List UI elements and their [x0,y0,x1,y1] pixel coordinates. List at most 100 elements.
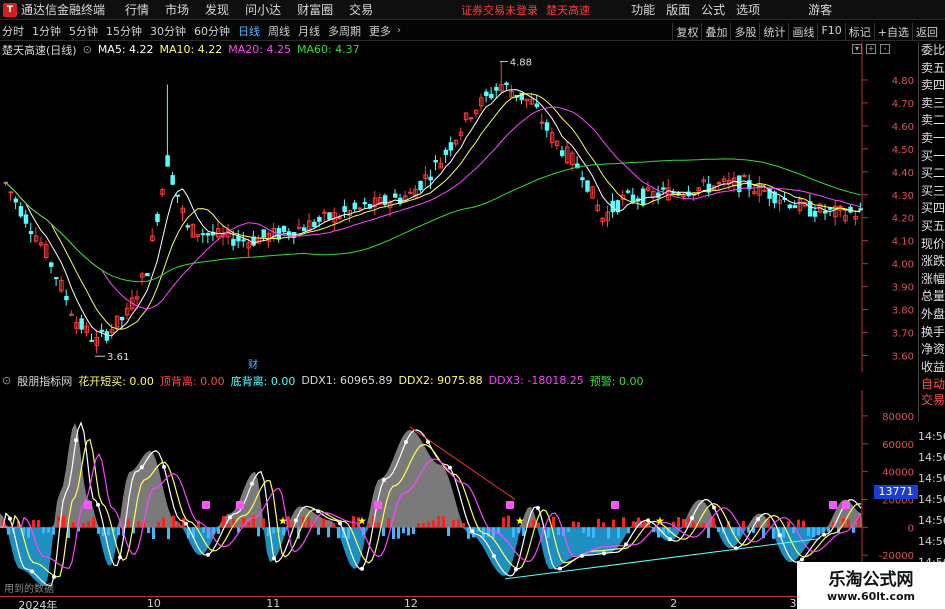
side2-item-1[interactable]: 交易 [919,392,945,408]
side-item-3[interactable]: 卖三 [919,95,945,113]
ind-bar-417 [417,523,420,528]
candle-body-9 [49,262,54,267]
btn-tongji[interactable]: 统计 [759,23,788,41]
menu-caifuquan[interactable]: 财富圈 [297,1,333,18]
price-tick-label-6: 4.20 [892,214,914,225]
ind-bar-582 [582,527,585,533]
candle-body-141 [716,182,722,185]
side-item-9[interactable]: 买四 [919,200,945,218]
ddx1-dot-362 [360,566,364,571]
trade-login-notice[interactable]: 证券交易未登录 [461,2,538,18]
ind-bar-412 [412,527,415,535]
ind-bar-152 [152,527,155,540]
side-item-12[interactable]: 涨跌 [919,253,945,271]
period-1min[interactable]: 1分钟 [32,23,61,39]
side-item-8[interactable]: 买三 [919,183,945,201]
period-more[interactable]: 更多 [369,23,391,39]
candle-body-10 [54,277,59,280]
menu-gongshi[interactable]: 公式 [701,1,725,18]
ddx1-dot-32 [30,569,34,574]
ind-bar-772 [772,527,775,539]
ind-bar-802 [802,520,805,528]
price-candlestick-chart[interactable]: 4.80 4.70 4.60 4.50 4.40 4.30 4.20 4.10 4.00 3.90… [0,42,918,372]
candle-body-62 [317,216,322,222]
side-item-0[interactable]: 委比 [919,42,945,60]
candle-body-63 [322,211,327,214]
user-guest[interactable]: 游客 [808,1,832,18]
menu-faxian[interactable]: 发现 [205,1,229,18]
side-item-13[interactable]: 涨幅 [919,271,945,289]
period-60min[interactable]: 60分钟 [194,23,230,39]
period-weekly[interactable]: 周线 [268,23,290,39]
side-item-6[interactable]: 买一 [919,148,945,166]
star-marker-3: ★ [655,514,665,527]
ind-bar-322 [322,518,325,528]
indicator-settings-icon[interactable]: ⊙ [2,374,11,387]
period-multi[interactable]: 多周期 [328,23,361,39]
side-item-10[interactable]: 买五 [919,218,945,236]
side-item-18[interactable]: 收益 [919,359,945,377]
chevron-right-icon[interactable]: › [397,25,401,36]
ind-bar-442 [442,516,445,528]
candle-body-30 [155,213,160,222]
menu-shichang[interactable]: 市场 [165,1,189,18]
ind-bar-587 [587,527,590,537]
period-fenshi[interactable]: 分时 [2,23,24,39]
side-item-1[interactable]: 卖五 [919,60,945,78]
candle-body-124 [630,194,636,202]
menu-gongneng[interactable]: 功能 [631,1,655,18]
top-divergence-value: 顶背离: 0.00 [159,374,225,388]
btn-duogu[interactable]: 多股 [730,23,759,41]
side-item-5[interactable]: 卖一 [919,130,945,148]
side-item-7[interactable]: 买二 [919,165,945,183]
side-item-15[interactable]: 外盘 [919,306,945,324]
ind-bar-72 [72,521,75,528]
ind-bar-507 [507,515,510,528]
candle-body-40 [205,232,211,236]
ind-bar-462 [462,523,465,528]
btn-zixuan[interactable]: +自选 [873,23,912,41]
candle-body-36 [185,225,191,228]
ind-bar-282 [282,527,285,536]
menu-hangqing[interactable]: 行情 [125,1,149,18]
ind-bar-317 [317,527,320,535]
menu-banmian[interactable]: 版面 [666,1,690,18]
candle-body-95 [484,91,489,97]
side2-item-0[interactable]: 自动 [919,376,945,392]
period-30min[interactable]: 30分钟 [150,23,186,39]
side-item-4[interactable]: 卖二 [919,112,945,130]
btn-biaoji[interactable]: 标记 [844,23,874,41]
ind-bar-107 [107,527,110,536]
candle-body-77 [393,193,398,198]
btn-fanhui[interactable]: 返回 [912,23,941,41]
side-item-17[interactable]: 净资 [919,341,945,359]
ind-bar-227 [227,523,230,528]
ind-bar-812 [812,527,815,538]
period-5min[interactable]: 5分钟 [69,23,98,39]
pink-marker-1 [202,501,210,510]
side-item-14[interactable]: 总量 [919,288,945,306]
btn-f10[interactable]: F10 [817,23,844,41]
ind-bar-377 [377,522,380,528]
price-tick-label-4: 4.40 [892,168,914,179]
candle-body-2 [13,198,19,203]
period-monthly[interactable]: 月线 [298,23,320,39]
menu-wenxiaoda[interactable]: 问小达 [245,1,281,18]
ddx1-dot-252 [250,481,254,486]
menu-jiaoyi[interactable]: 交易 [349,1,373,18]
indicator-header: ⊙ 殷朋指标网 花开短买: 0.00 顶背离: 0.00 底背离: 0.00 D… [2,373,650,388]
candle-body-121 [615,200,621,213]
btn-huaxian[interactable]: 画线 [788,23,817,41]
menu-xuanxiang[interactable]: 选项 [736,1,760,18]
indicator-chart[interactable]: 800006000040000200000-20000★ ★ ★ ★ [0,390,918,594]
side-item-2[interactable]: 卖四 [919,77,945,95]
ddx1-dot-450 [448,465,452,470]
side-item-11[interactable]: 现价 [919,236,945,254]
side-item-16[interactable]: 换手 [919,324,945,342]
period-daily[interactable]: 日线 [238,23,260,39]
ddx1-dot-10 [8,516,12,521]
btn-fuquan[interactable]: 复权 [672,23,701,41]
period-15min[interactable]: 15分钟 [106,23,142,39]
ind-bar-512 [512,527,515,538]
btn-diejia[interactable]: 叠加 [701,23,730,41]
